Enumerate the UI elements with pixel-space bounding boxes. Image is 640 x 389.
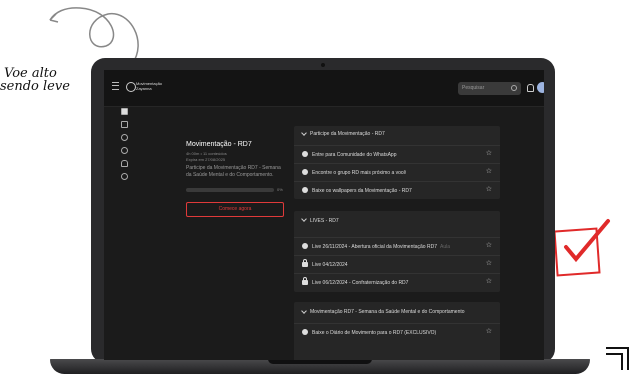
chevron-down-icon[interactable] <box>301 308 307 314</box>
logo-text: Movimentação Zayanna <box>136 81 163 91</box>
list-item[interactable]: Encontre o grupo RD mais próximo a você ☆ <box>294 163 500 181</box>
globe-icon <box>302 151 308 157</box>
course-meta-duration: 4h 00m • 11 conteúdos <box>186 151 227 156</box>
sidebar-item-settings[interactable] <box>121 173 129 180</box>
item-label: Live 06/12/2024 - Confraternização do RD… <box>312 280 409 286</box>
star-icon[interactable]: ☆ <box>486 168 492 176</box>
avatar[interactable] <box>537 82 544 93</box>
module-title[interactable]: Movimentação RD7 - Semana da Saúde Menta… <box>310 309 465 315</box>
user-icon <box>121 160 128 167</box>
lock-icon <box>302 277 308 285</box>
course-title: Movimentação - RD7 <box>186 141 252 148</box>
item-label: Live 04/12/2024 <box>312 262 348 268</box>
item-label: Encontre o grupo RD mais próximo a você <box>312 170 407 176</box>
logo-icon <box>126 82 136 92</box>
star-icon[interactable]: ☆ <box>486 242 492 250</box>
flag-icon <box>121 121 128 128</box>
chevron-down-icon[interactable] <box>301 216 307 222</box>
progress-bar <box>186 188 274 192</box>
handwritten-text-line2: sendo leve <box>0 79 70 94</box>
star-icon[interactable]: ☆ <box>486 260 492 268</box>
star-icon[interactable]: ☆ <box>486 328 492 336</box>
star-icon[interactable]: ☆ <box>486 186 492 194</box>
progress-label: 0% <box>277 187 283 192</box>
graduation-icon <box>121 134 128 141</box>
sidebar-item-home[interactable] <box>121 108 129 115</box>
globe-icon <box>302 169 308 175</box>
module-panel-2: LIVES - RD7 Live 26/11/2024 - Abertura o… <box>294 211 500 292</box>
start-now-label: Comece agora <box>218 206 252 212</box>
star-icon[interactable]: ☆ <box>486 278 492 286</box>
sidebar-item-user[interactable] <box>121 160 129 167</box>
course-description: Participe da Movimentação RD7 - Semana d… <box>186 165 281 178</box>
lock-icon <box>302 259 308 267</box>
list-item[interactable]: Entre para Comunidade do WhatsApp ☆ <box>294 145 500 163</box>
app-screen: Movimentação Zayanna Pesquisar Movimenta… <box>104 70 544 360</box>
play-icon <box>302 243 308 249</box>
top-bar: Movimentação Zayanna Pesquisar <box>104 70 544 107</box>
list-item[interactable]: Baixe o Diário de Movimento para o RD7 (… <box>294 323 500 341</box>
item-label: Live 26/11/2024 - Abertura oficial da Mo… <box>312 244 450 250</box>
module-title[interactable]: Participe da Movimentação - RD7 <box>310 131 385 137</box>
chevron-down-icon[interactable] <box>301 130 307 136</box>
module-panel-1: Participe da Movimentação - RD7 Entre pa… <box>294 126 500 199</box>
clock-icon <box>121 147 128 154</box>
hamburger-icon[interactable] <box>112 82 119 90</box>
item-tag: Aula <box>439 244 450 250</box>
star-icon[interactable]: ☆ <box>486 150 492 158</box>
sidebar-item-flag[interactable] <box>121 121 129 128</box>
item-label-text: Live 26/11/2024 - Abertura oficial da Mo… <box>312 244 437 250</box>
camera <box>321 63 325 67</box>
search-icon[interactable] <box>511 85 517 91</box>
item-label: Baixe o Diário de Movimento para o RD7 (… <box>312 330 437 336</box>
globe-icon <box>302 329 308 335</box>
settings-icon <box>121 173 128 180</box>
list-item[interactable]: Baixe os wallpapers da Movimentação - RD… <box>294 181 500 199</box>
search-placeholder: Pesquisar <box>462 85 485 91</box>
module-panel-3: Movimentação RD7 - Semana da Saúde Menta… <box>294 302 500 360</box>
course-meta-expiry: Expira em 27/08/2025 <box>186 157 226 162</box>
list-item[interactable]: Live 06/12/2024 - Confraternização do RD… <box>294 273 500 291</box>
start-now-button[interactable]: Comece agora <box>186 202 284 217</box>
globe-icon <box>302 187 308 193</box>
corner-doodle-icon <box>606 347 629 370</box>
bell-icon[interactable] <box>527 84 534 92</box>
checkmark-icon <box>564 219 610 263</box>
list-item[interactable]: Live 26/11/2024 - Abertura oficial da Mo… <box>294 237 500 255</box>
search-input[interactable]: Pesquisar <box>458 82 521 95</box>
sidebar-item-clock[interactable] <box>121 147 129 154</box>
item-label: Baixe os wallpapers da Movimentação - RD… <box>312 188 412 194</box>
home-icon <box>121 108 128 115</box>
list-item[interactable]: Live 04/12/2024 ☆ <box>294 255 500 273</box>
sidebar-item-courses[interactable] <box>121 134 129 141</box>
module-title[interactable]: LIVES - RD7 <box>310 218 339 224</box>
item-label: Entre para Comunidade do WhatsApp <box>312 152 397 158</box>
